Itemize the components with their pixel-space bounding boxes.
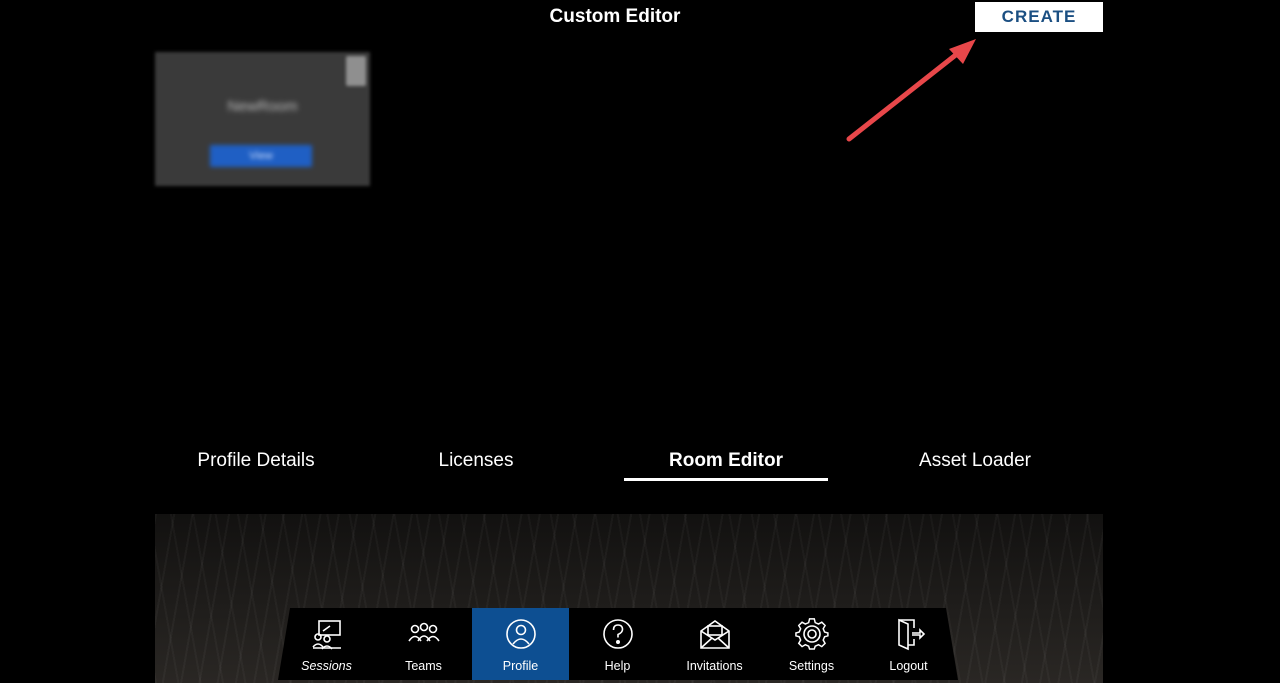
sessions-icon [312, 620, 341, 650]
tab-licenses[interactable]: Licenses [375, 450, 577, 480]
room-card-menu-handle[interactable] [346, 56, 366, 86]
logout-icon [898, 618, 926, 651]
nav-label-sessions: Sessions [301, 659, 352, 673]
nav-sessions[interactable]: Sessions [278, 608, 375, 680]
room-name: NewRoom [227, 98, 298, 115]
nav-teams[interactable]: Teams [375, 608, 472, 680]
nav-label-teams: Teams [405, 659, 442, 673]
invitations-icon [700, 620, 730, 649]
profile-tabs: Profile Details Licenses Room Editor Ass… [155, 440, 1103, 484]
view-room-button[interactable]: View [210, 145, 312, 167]
create-button[interactable]: CREATE [975, 2, 1103, 32]
nav-label-help: Help [604, 659, 631, 673]
active-tab-underline [624, 478, 828, 481]
nav-label-profile: Profile [502, 659, 539, 673]
profile-icon [506, 619, 536, 649]
custom-editor-screen: Custom Editor CREATE NewRoom View Profil… [0, 0, 1280, 683]
nav-settings[interactable]: Settings [763, 608, 860, 680]
bottom-nav-bar: Sessions Teams Profile Help Invitations … [278, 608, 958, 680]
nav-profile[interactable]: Profile [472, 608, 569, 680]
tab-profile-details[interactable]: Profile Details [155, 450, 357, 480]
room-card[interactable]: NewRoom View [155, 52, 370, 186]
nav-invitations[interactable]: Invitations [666, 608, 763, 680]
nav-logout[interactable]: Logout [860, 608, 957, 680]
tab-room-editor[interactable]: Room Editor [624, 450, 828, 480]
nav-label-invitations: Invitations [686, 659, 743, 673]
nav-label-logout: Logout [889, 659, 928, 673]
help-icon [603, 619, 633, 649]
teams-icon [408, 622, 440, 642]
nav-label-settings: Settings [788, 659, 835, 673]
tab-asset-loader[interactable]: Asset Loader [874, 450, 1076, 480]
nav-help[interactable]: Help [569, 608, 666, 680]
settings-icon [795, 618, 829, 650]
